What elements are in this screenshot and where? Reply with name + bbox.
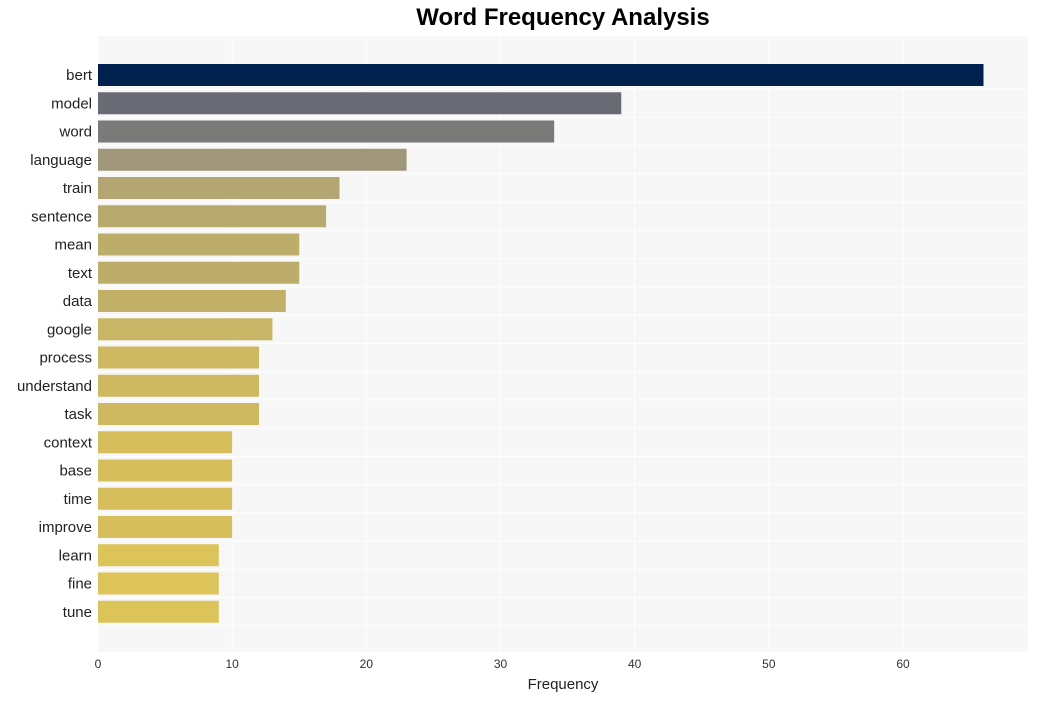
bar-context [98,431,233,454]
y-tick-label: time [64,491,92,508]
x-tick-label: 10 [225,657,239,671]
x-axis-label: Frequency [528,676,599,693]
bar-sentence [98,205,327,228]
y-tick-label: understand [17,378,92,395]
y-tick-label: base [59,463,92,480]
bar-google [98,318,273,341]
x-tick-label: 60 [896,657,910,671]
x-tick-label: 40 [628,657,642,671]
bar-improve [98,516,233,538]
x-tick-label: 50 [762,657,776,671]
bar-word [98,120,555,143]
y-tick-label: tune [63,604,92,621]
y-tick-label: text [68,265,93,282]
x-tick-label: 0 [95,657,102,671]
bar-base [98,459,233,482]
bar-chart: bert model word language train sentence mean te… [17,36,1028,693]
x-tick-label: 20 [360,657,374,671]
bar-understand [98,374,259,397]
y-tick-label: bert [66,67,93,84]
bar-learn [98,544,219,567]
bar-model [98,92,622,115]
y-tick-label: language [30,152,92,169]
bar-process [98,346,259,369]
bar-train [98,177,340,199]
y-tick-label: google [47,321,92,338]
y-tick-label: train [63,180,92,197]
x-tick-labels: 0 10 20 30 40 50 60 [95,657,910,671]
y-tick-label: model [51,95,92,112]
y-tick-label: sentence [31,208,92,225]
y-tick-label: improve [39,519,92,536]
bar-bert [98,64,984,86]
bar-text [98,261,300,284]
y-tick-label: data [63,293,93,310]
bar-fine [98,572,219,595]
y-tick-label: learn [59,547,92,564]
bar-data [98,290,286,312]
bar-language [98,148,407,171]
y-tick-label: context [44,434,93,451]
y-tick-label: fine [68,576,92,593]
y-tick-label: mean [54,237,92,254]
bar-task [98,403,259,425]
y-tick-label: word [58,124,92,141]
y-tick-labels: bert model word language train sentence mean te… [17,67,93,621]
bar-time [98,487,233,510]
bar-mean [98,233,300,256]
bar-tune [98,600,219,623]
x-tick-label: 30 [494,657,508,671]
y-tick-label: task [64,406,92,423]
y-tick-label: process [39,350,92,367]
